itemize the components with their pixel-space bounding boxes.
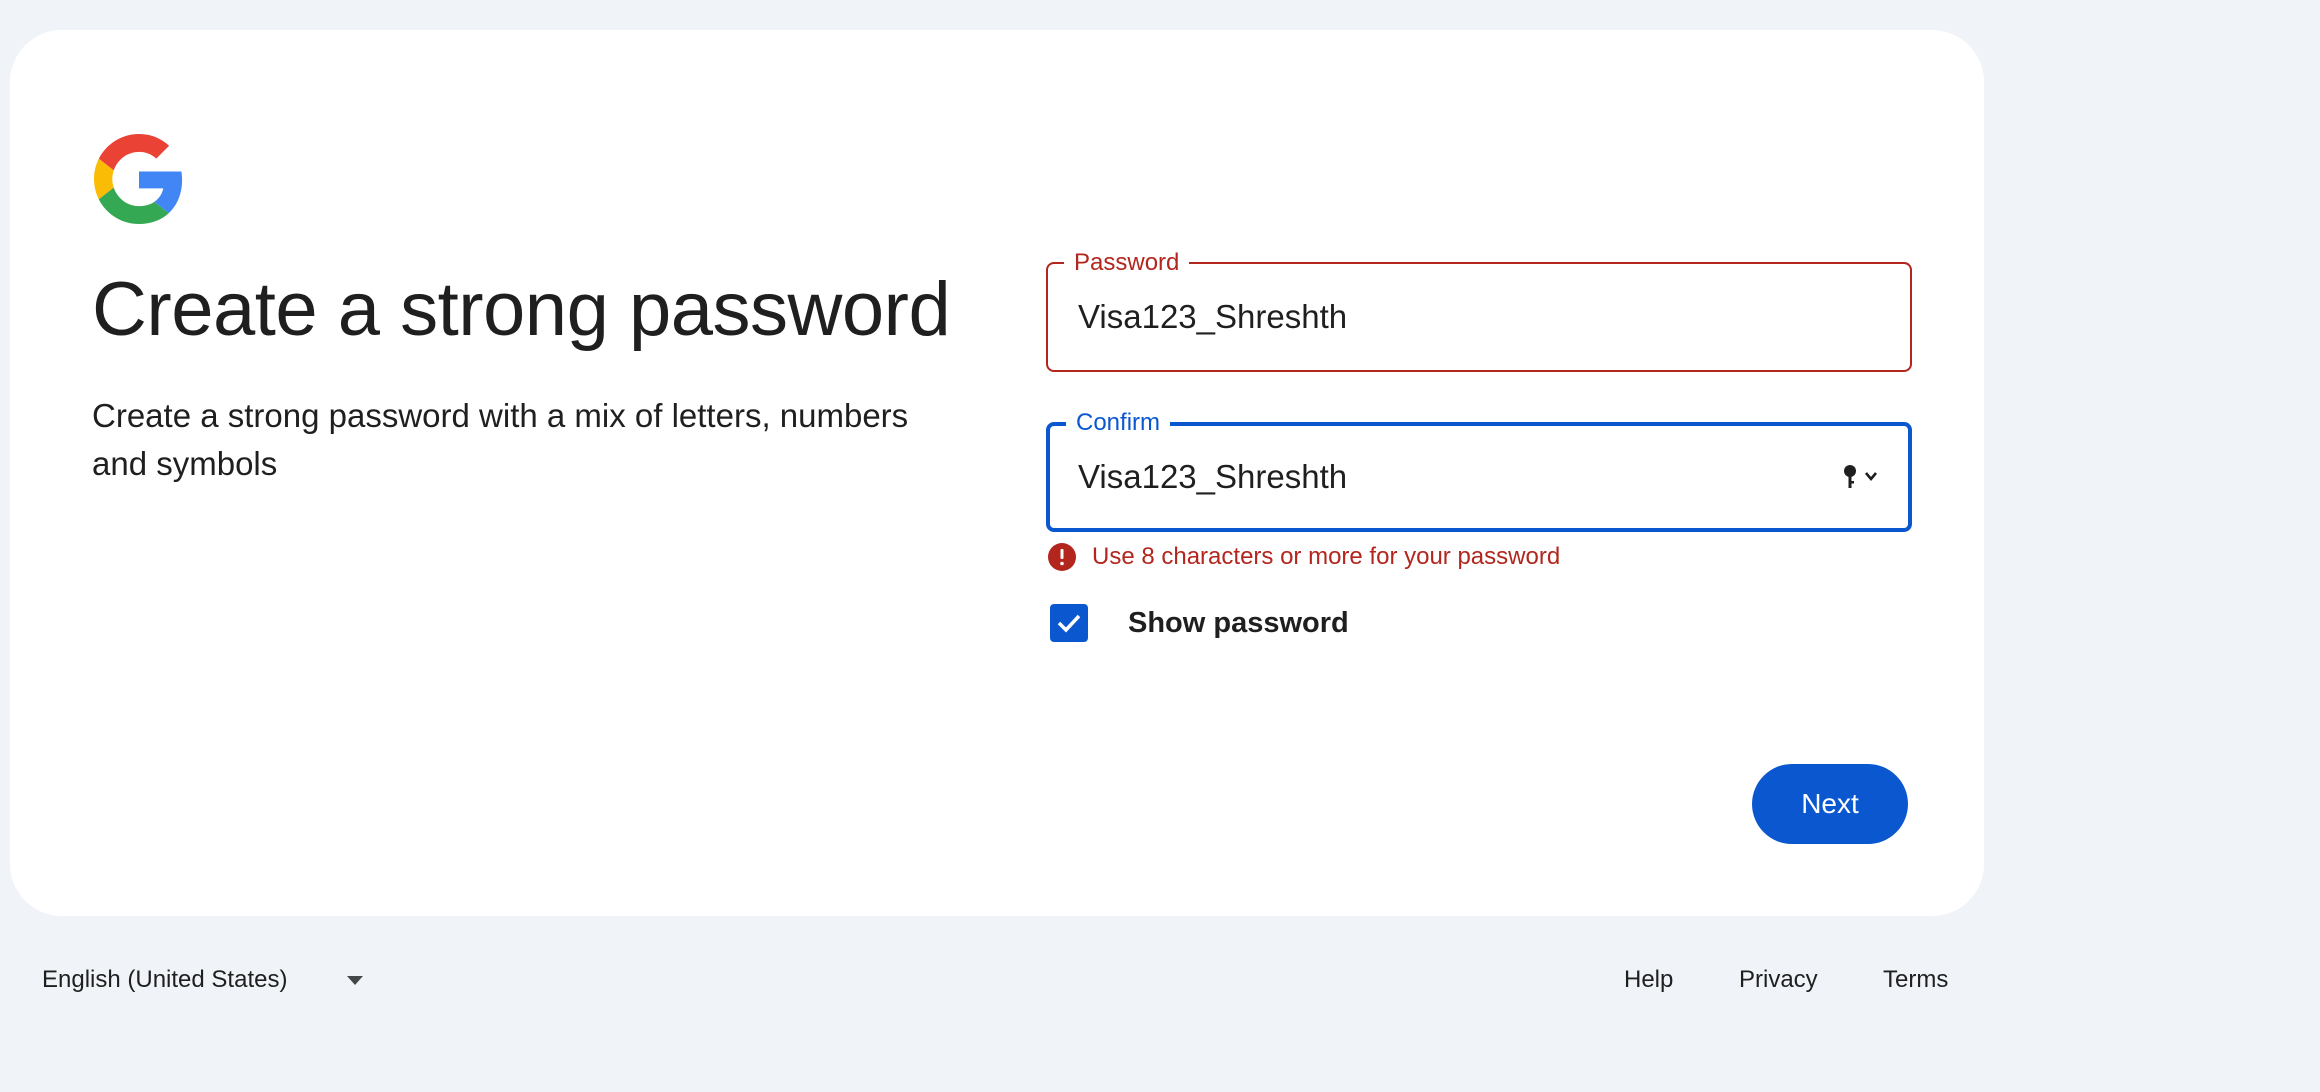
confirm-field[interactable]: Confirm xyxy=(1046,408,1912,532)
show-password-label[interactable]: Show password xyxy=(1128,607,1349,640)
password-field-label: Password xyxy=(1064,248,1190,278)
confirm-field-label: Confirm xyxy=(1066,408,1171,438)
password-error: Use 8 characters or more for your passwo… xyxy=(1048,542,1560,572)
password-input[interactable] xyxy=(1078,298,1838,336)
checkmark-icon xyxy=(1057,614,1081,633)
page-subtitle: Create a strong password with a mix of l… xyxy=(92,397,909,482)
error-message: Use 8 characters or more for your passwo… xyxy=(1092,543,1561,570)
footer: English (United States) Help Privacy Ter… xyxy=(0,960,2320,1000)
show-password-checkbox[interactable] xyxy=(1050,604,1088,642)
next-button[interactable]: Next xyxy=(1752,764,1908,844)
password-field[interactable]: Password xyxy=(1046,248,1912,372)
language-label: English (United States) xyxy=(42,966,288,993)
caret-down-icon xyxy=(347,975,364,985)
key-dropdown-icon[interactable] xyxy=(1840,463,1882,491)
show-password-toggle[interactable]: Show password xyxy=(1050,604,1349,642)
error-icon xyxy=(1048,543,1076,571)
page-title: Create a strong password xyxy=(92,267,951,352)
privacy-link[interactable]: Privacy xyxy=(1739,960,1818,1000)
terms-link[interactable]: Terms xyxy=(1883,960,1948,1000)
language-selector[interactable]: English (United States) xyxy=(42,960,364,1000)
confirm-input[interactable] xyxy=(1078,458,1838,496)
help-link[interactable]: Help xyxy=(1624,960,1673,1000)
google-logo xyxy=(94,134,183,224)
